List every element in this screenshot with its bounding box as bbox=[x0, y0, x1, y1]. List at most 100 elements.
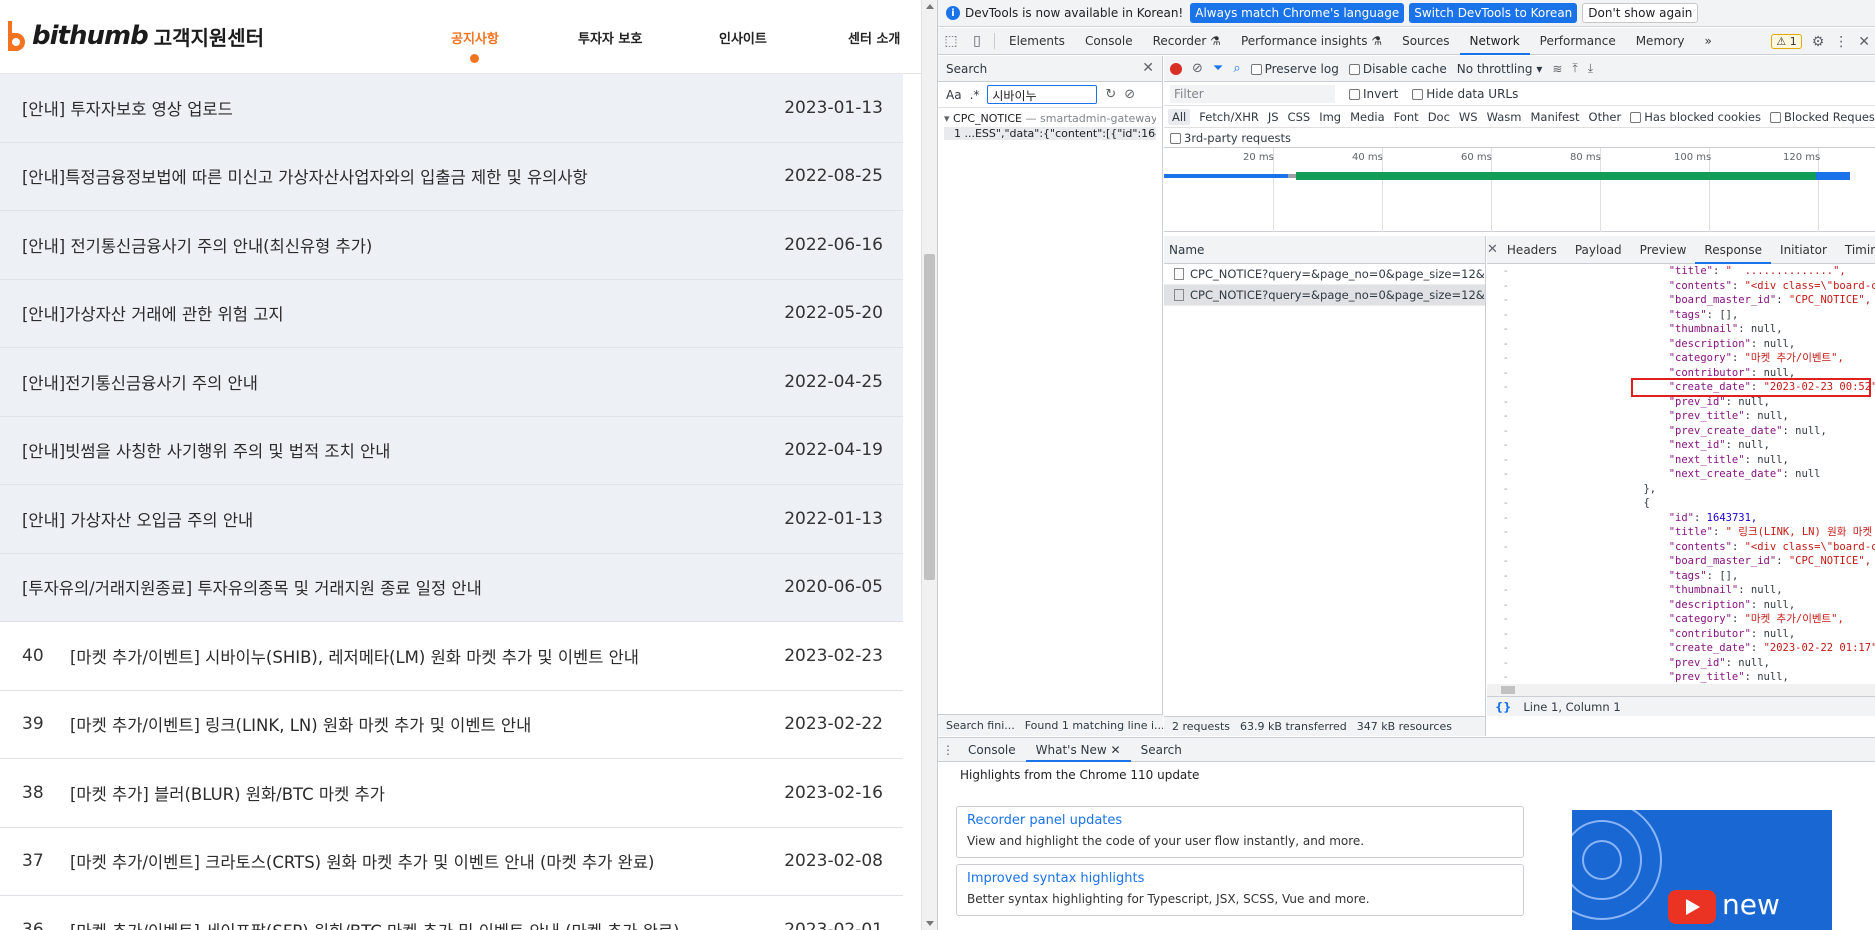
network-overview[interactable]: 20 ms 40 ms 60 ms 80 ms 100 ms 120 ms bbox=[1164, 148, 1875, 232]
notice-row[interactable]: 40 [마켓 추가/이벤트] 시바이누(SHIB), 레저메타(LM) 원화 마켓… bbox=[0, 622, 903, 691]
preserve-log-checkbox[interactable]: Preserve log bbox=[1250, 62, 1339, 76]
pinned-row[interactable]: [안내] 전기통신금융사기 주의 안내(최신유형 추가) 2022-06-16 bbox=[0, 211, 903, 280]
tab-payload[interactable]: Payload bbox=[1566, 236, 1631, 264]
notice-row[interactable]: 39 [마켓 추가/이벤트] 링크(LINK, LN) 원화 마켓 추가 및 이벤… bbox=[0, 691, 903, 759]
dont-show-again-button[interactable]: Don't show again bbox=[1582, 3, 1699, 23]
pretty-print-icon[interactable]: {} bbox=[1495, 700, 1511, 714]
card-title[interactable]: Improved syntax highlights bbox=[967, 871, 1513, 886]
close-devtools-icon[interactable]: ✕ bbox=[1858, 34, 1870, 50]
type-manifest[interactable]: Manifest bbox=[1530, 110, 1579, 124]
tab-network[interactable]: Network bbox=[1459, 28, 1530, 55]
scroll-up-icon[interactable] bbox=[926, 4, 934, 9]
whats-new-card[interactable]: Recorder panel updates View and highligh… bbox=[956, 806, 1524, 858]
hide-data-urls-checkbox[interactable]: Hide data URLs bbox=[1412, 87, 1518, 101]
pinned-row[interactable]: [안내]가상자산 거래에 관한 위험 고지 2022-05-20 bbox=[0, 279, 903, 348]
type-doc[interactable]: Doc bbox=[1428, 110, 1450, 124]
whats-new-card[interactable]: Improved syntax highlights Better syntax… bbox=[956, 864, 1524, 916]
type-ws[interactable]: WS bbox=[1459, 110, 1478, 124]
pinned-row[interactable]: [안내]특정금융정보법에 따른 미신고 가상자산사업자와의 입출금 제한 및 유… bbox=[0, 142, 903, 211]
clear-icon[interactable]: ⊘ bbox=[1192, 61, 1203, 76]
type-other[interactable]: Other bbox=[1589, 110, 1622, 124]
tab-console[interactable]: Console bbox=[1075, 28, 1143, 55]
request-row[interactable]: CPC_NOTICE?query=&page_no=0&page_size=12… bbox=[1164, 264, 1485, 285]
export-har-icon[interactable]: ⤓ bbox=[1588, 61, 1593, 76]
close-detail-icon[interactable]: ✕ bbox=[1487, 242, 1498, 257]
tab-performance-insights[interactable]: Performance insights ⚗ bbox=[1231, 28, 1392, 55]
search-input[interactable]: 시바이누 bbox=[987, 85, 1098, 104]
tab-memory[interactable]: Memory bbox=[1626, 28, 1695, 55]
more-tabs-icon[interactable]: » bbox=[1695, 28, 1722, 55]
tab-recorder[interactable]: Recorder ⚗ bbox=[1143, 28, 1231, 55]
tab-initiator[interactable]: Initiator bbox=[1771, 236, 1836, 264]
record-icon[interactable] bbox=[1170, 62, 1182, 75]
blocked-requests-checkbox[interactable]: Blocked Requests bbox=[1770, 110, 1875, 124]
clear-search-icon[interactable]: ⊘ bbox=[1124, 87, 1135, 102]
settings-gear-icon[interactable]: ⚙ bbox=[1812, 34, 1825, 50]
close-tab-icon[interactable]: ✕ bbox=[1111, 743, 1121, 757]
close-search-icon[interactable]: ✕ bbox=[1142, 60, 1154, 76]
search-icon[interactable]: ⌕ bbox=[1233, 61, 1240, 76]
pinned-row[interactable]: [안내]전기통신금융사기 주의 안내 2022-04-25 bbox=[0, 348, 903, 417]
card-title[interactable]: Recorder panel updates bbox=[967, 813, 1513, 828]
type-all[interactable]: All bbox=[1168, 108, 1191, 125]
whats-new-video-thumbnail[interactable]: new bbox=[1572, 810, 1832, 930]
response-body[interactable]: - "title": " ..............", - "contents… bbox=[1487, 264, 1875, 684]
filter-input[interactable]: Filter bbox=[1170, 84, 1335, 103]
pinned-row[interactable]: [투자유의/거래지원종료] 투자유의종목 및 거래지원 종료 일정 안내 2020… bbox=[0, 553, 903, 622]
drawer-tab-search[interactable]: Search bbox=[1131, 738, 1192, 762]
drawer-menu-icon[interactable]: ⋮ bbox=[938, 743, 958, 757]
tab-headers[interactable]: Headers bbox=[1498, 236, 1566, 264]
type-wasm[interactable]: Wasm bbox=[1487, 110, 1522, 124]
type-font[interactable]: Font bbox=[1394, 110, 1419, 124]
result-file[interactable]: ▾ CPC_NOTICE — smartadmin-gateway... bbox=[944, 112, 1156, 125]
nav-investor-protection[interactable]: 투자자 보호 bbox=[578, 28, 642, 47]
filter-icon[interactable]: ⏷ bbox=[1213, 61, 1223, 76]
inspect-element-icon[interactable]: ⬚ bbox=[938, 28, 964, 55]
throttling-select[interactable]: No throttling ▾ bbox=[1457, 62, 1543, 76]
drawer-tab-whats-new[interactable]: What's New ✕ bbox=[1025, 738, 1131, 762]
result-match-line[interactable]: 1 ...ESS","data":{"content":[{"id":1643.… bbox=[944, 127, 1156, 140]
scrollbar-thumb[interactable] bbox=[1501, 686, 1515, 694]
nav-insight[interactable]: 인사이트 bbox=[719, 28, 767, 47]
tab-preview[interactable]: Preview bbox=[1631, 236, 1696, 264]
page-scrollbar[interactable] bbox=[921, 0, 937, 930]
notice-row[interactable]: 36 [마켓 추가/이벤트] 세이프팔(SFP) 원화/BTC 마켓 추가 및 이… bbox=[0, 896, 903, 930]
import-har-icon[interactable]: ⤒ bbox=[1572, 61, 1577, 76]
type-fetch-xhr[interactable]: Fetch/XHR bbox=[1199, 110, 1259, 124]
nav-notice[interactable]: 공지사항 bbox=[451, 28, 499, 47]
match-case-toggle[interactable]: Aa bbox=[946, 88, 962, 102]
type-media[interactable]: Media bbox=[1350, 110, 1385, 124]
tab-response[interactable]: Response bbox=[1695, 236, 1772, 264]
third-party-checkbox[interactable]: 3rd-party requests bbox=[1170, 131, 1291, 145]
response-hscrollbar[interactable] bbox=[1487, 684, 1875, 696]
tab-performance[interactable]: Performance bbox=[1530, 28, 1626, 55]
invert-checkbox[interactable]: Invert bbox=[1349, 87, 1398, 101]
name-column-header[interactable]: Name bbox=[1164, 236, 1486, 264]
request-row[interactable]: CPC_NOTICE?query=&page_no=0&page_size=12… bbox=[1164, 285, 1485, 306]
network-conditions-icon[interactable]: ≋ bbox=[1552, 62, 1562, 76]
drawer-tab-console[interactable]: Console bbox=[958, 738, 1026, 762]
pinned-row[interactable]: [안내] 투자자보호 영상 업로드 2023-01-13 bbox=[0, 74, 903, 143]
disable-cache-checkbox[interactable]: Disable cache bbox=[1348, 62, 1447, 76]
blocked-cookies-checkbox[interactable]: Has blocked cookies bbox=[1630, 110, 1761, 124]
match-language-button[interactable]: Always match Chrome's language bbox=[1190, 3, 1405, 23]
type-js[interactable]: JS bbox=[1268, 110, 1279, 124]
type-img[interactable]: Img bbox=[1319, 110, 1341, 124]
tab-sources[interactable]: Sources bbox=[1392, 28, 1459, 55]
issues-badge[interactable]: ⚠ 1 bbox=[1771, 34, 1802, 49]
youtube-play-icon[interactable] bbox=[1668, 890, 1716, 924]
notice-row[interactable]: 38 [마켓 추가] 블러(BLUR) 원화/BTC 마켓 추가 2023-02-1… bbox=[0, 759, 903, 828]
scroll-down-icon[interactable] bbox=[926, 921, 934, 926]
nav-center-intro[interactable]: 센터 소개 bbox=[848, 28, 900, 47]
device-toolbar-icon[interactable]: ▯ bbox=[964, 28, 990, 55]
kebab-menu-icon[interactable]: ⋮ bbox=[1834, 34, 1848, 50]
notice-row[interactable]: 37 [마켓 추가/이벤트] 크라토스(CRTS) 원화 마켓 추가 및 이벤트 … bbox=[0, 828, 903, 896]
switch-korean-button[interactable]: Switch DevTools to Korean bbox=[1409, 3, 1578, 23]
pinned-row[interactable]: [안내] 가상자산 오입금 주의 안내 2022-01-13 bbox=[0, 485, 903, 554]
regex-toggle[interactable]: .* bbox=[970, 88, 980, 102]
pinned-row[interactable]: [안내]빗썸을 사칭한 사기행위 주의 및 법적 조치 안내 2022-04-19 bbox=[0, 416, 903, 485]
type-css[interactable]: CSS bbox=[1288, 110, 1311, 124]
refresh-icon[interactable]: ↻ bbox=[1105, 87, 1116, 102]
tab-elements[interactable]: Elements bbox=[999, 28, 1075, 55]
tab-timing[interactable]: Timing bbox=[1836, 236, 1875, 264]
